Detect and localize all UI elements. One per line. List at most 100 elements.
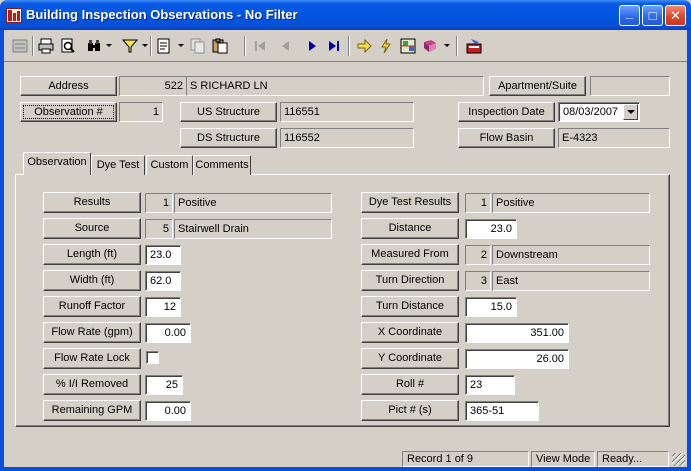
- copy-icon[interactable]: [188, 36, 208, 56]
- status-bar: Record 1 of 9 View Mode Ready...: [4, 450, 687, 467]
- flow-rate-lock-checkbox[interactable]: [146, 351, 159, 364]
- window-frame-bottom: [0, 467, 691, 471]
- turn-distance-field[interactable]: 15.0: [465, 297, 517, 317]
- report-dropdown-icon[interactable]: [178, 44, 184, 47]
- form-icon[interactable]: [10, 36, 30, 56]
- find-icon[interactable]: [84, 36, 104, 56]
- print-preview-icon[interactable]: [58, 36, 78, 56]
- x-coordinate-button[interactable]: X Coordinate: [361, 322, 459, 343]
- pict-number-field[interactable]: 365-51: [465, 401, 539, 421]
- first-record-icon[interactable]: [250, 36, 270, 56]
- runoff-factor-field[interactable]: 12: [145, 297, 181, 317]
- inspection-date-button[interactable]: Inspection Date: [458, 102, 555, 122]
- flow-basin-field: E-4323: [558, 128, 670, 148]
- exit-icon[interactable]: [464, 36, 484, 56]
- minimize-button[interactable]: _: [619, 5, 640, 26]
- distance-button[interactable]: Distance: [361, 218, 459, 239]
- remaining-gpm-button[interactable]: Remaining GPM: [43, 400, 141, 421]
- results-code-field: 1: [145, 193, 173, 213]
- book-dropdown-icon[interactable]: [444, 44, 450, 47]
- toolbar-separator: [32, 36, 34, 56]
- close-icon: ✕: [670, 8, 681, 23]
- runoff-factor-button[interactable]: Runoff Factor: [43, 296, 141, 317]
- measured-from-button[interactable]: Measured From: [361, 244, 459, 265]
- resize-grip-icon[interactable]: [672, 453, 685, 466]
- turn-direction-button[interactable]: Turn Direction: [361, 270, 459, 291]
- report-icon[interactable]: [154, 36, 174, 56]
- toolbar-separator: [348, 36, 350, 56]
- x-coordinate-field[interactable]: 351.00: [465, 323, 569, 343]
- y-coordinate-field[interactable]: 26.00: [465, 349, 569, 369]
- tab-comments[interactable]: Comments: [193, 155, 251, 175]
- status-spacer: [4, 451, 402, 467]
- source-button[interactable]: Source: [43, 218, 141, 239]
- flow-rate-field[interactable]: 0.00: [145, 323, 191, 343]
- dye-test-results-code-field: 1: [465, 193, 491, 213]
- toolbar: [4, 30, 687, 62]
- status-record: Record 1 of 9: [402, 451, 529, 467]
- apartment-field: [590, 76, 670, 96]
- address-street-field: S RICHARD LN: [186, 76, 484, 96]
- turn-direction-code-field: 3: [465, 271, 491, 291]
- book-icon[interactable]: [420, 36, 440, 56]
- width-field[interactable]: 62.0: [145, 271, 181, 291]
- toolbar-separator: [244, 36, 246, 56]
- chevron-down-icon[interactable]: [623, 104, 638, 120]
- roll-number-field[interactable]: 23: [465, 375, 515, 395]
- width-button[interactable]: Width (ft): [43, 270, 141, 291]
- observation-number-field: 1: [119, 102, 163, 122]
- find-dropdown-icon[interactable]: [106, 44, 112, 47]
- ds-structure-button[interactable]: DS Structure: [180, 128, 277, 148]
- window-title: Building Inspection Observations - No Fi…: [26, 7, 298, 22]
- filter-icon[interactable]: [120, 36, 140, 56]
- length-button[interactable]: Length (ft): [43, 244, 141, 265]
- minimize-icon: _: [625, 5, 634, 20]
- print-icon[interactable]: [36, 36, 56, 56]
- last-record-icon[interactable]: [324, 36, 344, 56]
- maximize-button[interactable]: □: [642, 5, 663, 26]
- apartment-button[interactable]: Apartment/Suite: [489, 76, 586, 96]
- turn-direction-text-field: East: [492, 271, 650, 291]
- distance-field[interactable]: 23.0: [465, 219, 517, 239]
- status-mode: View Mode: [531, 451, 595, 467]
- measured-from-text-field: Downstream: [492, 245, 650, 265]
- flow-rate-lock-button[interactable]: Flow Rate Lock: [43, 348, 141, 369]
- pict-number-button[interactable]: Pict # (s): [361, 400, 459, 421]
- turn-distance-button[interactable]: Turn Distance: [361, 296, 459, 317]
- tab-observation[interactable]: Observation: [23, 152, 91, 175]
- roll-number-button[interactable]: Roll #: [361, 374, 459, 395]
- paste-icon[interactable]: [210, 36, 230, 56]
- next-record-icon[interactable]: [302, 36, 322, 56]
- length-field[interactable]: 23.0: [145, 245, 181, 265]
- flow-rate-button[interactable]: Flow Rate (gpm): [43, 322, 141, 343]
- results-button[interactable]: Results: [43, 192, 141, 213]
- status-state: Ready...: [597, 451, 669, 467]
- y-coordinate-button[interactable]: Y Coordinate: [361, 348, 459, 369]
- us-structure-field: 116551: [280, 102, 414, 122]
- observation-number-button[interactable]: Observation #: [20, 102, 117, 122]
- toolbar-separator: [456, 36, 458, 56]
- close-button[interactable]: ✕: [665, 5, 686, 26]
- dye-test-results-text-field: Positive: [492, 193, 650, 213]
- ii-removed-field[interactable]: 25: [145, 375, 183, 395]
- inspection-date-select[interactable]: 08/03/2007: [558, 102, 640, 122]
- flow-basin-button[interactable]: Flow Basin: [458, 128, 555, 148]
- dye-test-results-button[interactable]: Dye Test Results: [361, 192, 459, 213]
- goto-icon[interactable]: [354, 36, 374, 56]
- tab-dye-test[interactable]: Dye Test: [91, 155, 145, 175]
- ii-removed-button[interactable]: % I/I Removed: [43, 374, 141, 395]
- lightning-icon[interactable]: [376, 36, 396, 56]
- map-icon[interactable]: [398, 36, 418, 56]
- us-structure-button[interactable]: US Structure: [180, 102, 277, 122]
- filter-dropdown-icon[interactable]: [142, 44, 148, 47]
- previous-record-icon[interactable]: [276, 36, 296, 56]
- results-text-field: Positive: [174, 193, 332, 213]
- remaining-gpm-field[interactable]: 0.00: [145, 401, 191, 421]
- maximize-icon: □: [648, 8, 657, 23]
- measured-from-code-field: 2: [465, 245, 491, 265]
- source-text-field: Stairwell Drain: [174, 219, 332, 239]
- tab-custom[interactable]: Custom: [146, 155, 193, 175]
- app-icon: [6, 8, 22, 23]
- source-code-field: 5: [145, 219, 173, 239]
- address-button[interactable]: Address: [20, 76, 117, 96]
